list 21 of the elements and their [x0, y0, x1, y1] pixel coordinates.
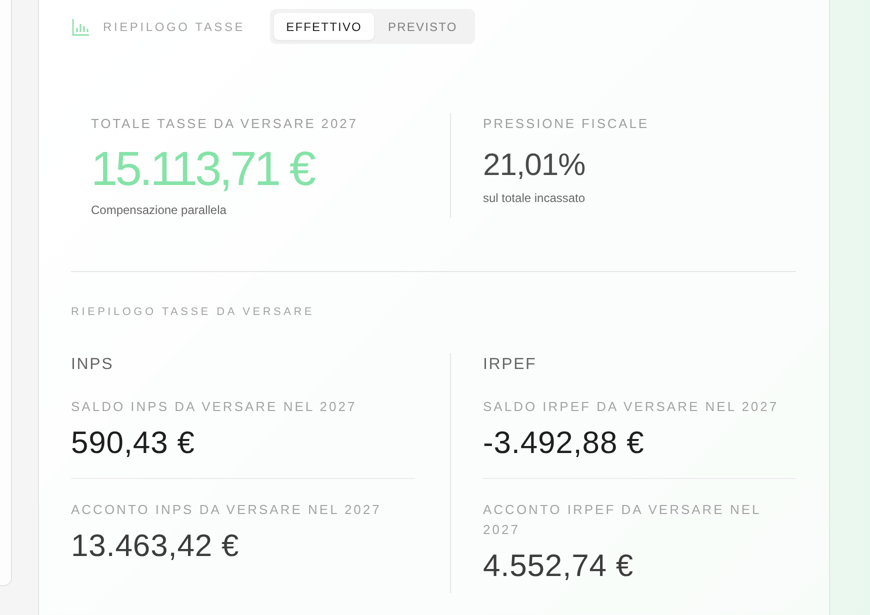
amount-value: 590,43 €: [71, 425, 196, 461]
amount-value: 4.552,74 €: [483, 548, 635, 584]
amount-label: SALDO IRPEF DA VERSARE NEL 2027: [483, 398, 780, 416]
stat-label: TOTALE TASSE DA VERSARE 2027: [91, 116, 359, 131]
bar-chart-icon: [72, 18, 90, 36]
amount-value: 13.463,42 €: [71, 528, 240, 564]
stat-value: 15.113,71 €: [91, 145, 316, 195]
stat-label: PRESSIONE FISCALE: [483, 116, 650, 131]
amount-label: ACCONTO INPS DA VERSARE NEL 2027: [71, 501, 382, 519]
stat-value: 21,01%: [483, 146, 586, 184]
tab[interactable]: EFFETTIVO: [274, 13, 374, 40]
stat-note: sul totale incassato: [483, 191, 586, 206]
group-title: IRPEF: [483, 356, 538, 374]
section-title: RIEPILOGO TASSE: [103, 20, 246, 34]
stat-note: Compensazione parallela: [91, 203, 228, 218]
tab[interactable]: PREVISTO: [374, 13, 472, 40]
section-title: RIEPILOGO TASSE DA VERSARE: [71, 305, 316, 319]
amount-label: SALDO INPS DA VERSARE NEL 2027: [71, 398, 358, 416]
amount-label: ACCONTO IRPEF DA VERSARE NEL 2027: [483, 501, 762, 539]
amount-value: -3.492,88 €: [483, 425, 646, 461]
group-title: INPS: [71, 356, 115, 374]
